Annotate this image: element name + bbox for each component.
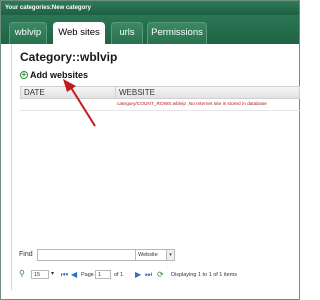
- last-page-icon[interactable]: ⏭: [145, 271, 152, 279]
- pager: ⚲ 15 ▾ ⏮ ◀ Page 1 of 1 ▶ ⏭ ⟳ Displaying …: [19, 269, 299, 281]
- dialog-window: Your categories:New category wblvip Web …: [0, 0, 300, 300]
- find-field-value: Website: [138, 252, 158, 258]
- page-label: Page: [81, 272, 94, 278]
- page-count: of 1: [114, 272, 124, 278]
- search-icon[interactable]: ⚲: [19, 270, 25, 278]
- chevron-down-icon: ▾: [166, 250, 174, 260]
- prev-page-icon[interactable]: ◀: [71, 271, 77, 279]
- add-circle-icon: +: [20, 70, 28, 79]
- table-row[interactable]: category/COUNT_ROWS:wblvip ,No Internet …: [20, 99, 300, 111]
- first-page-icon[interactable]: ⏮: [61, 271, 68, 279]
- tab-permissions[interactable]: Permissions: [147, 22, 207, 44]
- cell-website: category/COUNT_ROWS:wblvip ,No Internet …: [117, 102, 267, 107]
- add-websites-label: Add websites: [30, 70, 89, 80]
- find-label: Find: [19, 251, 33, 258]
- page-number-input[interactable]: 1: [95, 270, 111, 279]
- column-website[interactable]: WEBSITE: [119, 88, 155, 97]
- find-input[interactable]: [37, 249, 149, 261]
- tab-web-sites[interactable]: Web sites: [53, 22, 105, 44]
- next-page-icon[interactable]: ▶: [135, 271, 141, 279]
- chevron-down-icon: ▾: [51, 271, 55, 277]
- tab-bar: wblvip Web sites urls Permissions: [1, 15, 299, 44]
- find-bar: Find Website ▾: [19, 248, 299, 262]
- pager-status: Displaying 1 to 1 of 1 items: [171, 272, 238, 278]
- page-size-select[interactable]: 15: [31, 270, 49, 279]
- page-size-value: 15: [34, 272, 41, 278]
- tab-wblvip[interactable]: wblvip: [9, 22, 47, 44]
- window-title: Your categories:New category: [1, 1, 299, 15]
- column-date[interactable]: DATE: [24, 88, 45, 97]
- find-field-select[interactable]: Website ▾: [135, 249, 175, 261]
- grid-header: DATE WEBSITE: [20, 86, 300, 99]
- refresh-icon[interactable]: ⟳: [157, 271, 164, 279]
- page-number-value: 1: [98, 272, 102, 278]
- column-separator: [115, 87, 116, 99]
- add-websites-link[interactable]: + Add websites: [20, 70, 88, 80]
- page-title: Category::wblvip: [20, 50, 118, 64]
- tab-urls[interactable]: urls: [111, 22, 143, 44]
